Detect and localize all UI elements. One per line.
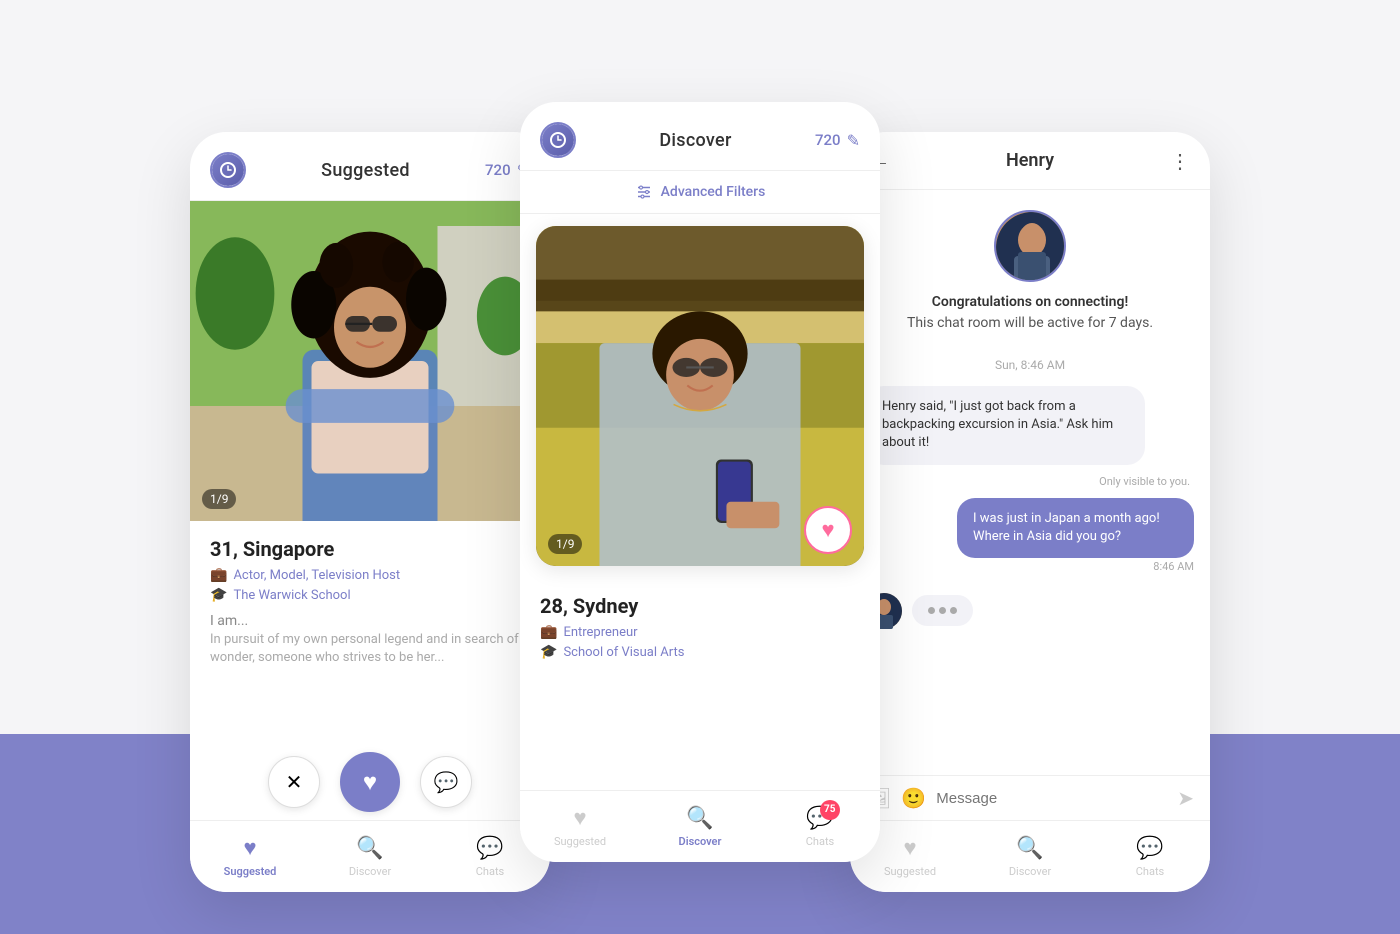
- center-nav-chats[interactable]: 💬 75 Chats: [760, 806, 880, 848]
- hint-message-bubble: Henry said, "I just got back from a back…: [866, 386, 1145, 465]
- logo-icon-center: [542, 124, 574, 156]
- filter-label: Advanced Filters: [661, 184, 766, 200]
- chat-input-bar: 🖼 🙂 ➤: [850, 775, 1210, 820]
- phone-right: ← Henry ⋮ Congratulations: [850, 132, 1210, 892]
- left-action-buttons: ✕ ♥ 💬: [190, 742, 550, 822]
- message-input[interactable]: [936, 790, 1167, 807]
- sent-message-bubble: I was just in Japan a month ago! Where i…: [957, 498, 1194, 558]
- center-coin-count: 720: [815, 131, 841, 149]
- phone-left: Suggested 720 ✎: [190, 132, 550, 892]
- left-nav-suggested[interactable]: ♥ Suggested: [190, 835, 310, 878]
- chat-button[interactable]: 💬: [420, 756, 472, 808]
- left-coin-count: 720: [485, 161, 511, 179]
- center-header-right: 720 ✎: [815, 131, 860, 150]
- chats-icon-left: 💬: [476, 836, 503, 861]
- send-icon[interactable]: ➤: [1177, 786, 1194, 810]
- sent-message-time: 8:46 AM: [1153, 560, 1194, 573]
- left-job: 💼 Actor, Model, Television Host: [210, 567, 530, 583]
- left-school: 🎓 The Warwick School: [210, 587, 530, 603]
- right-chat-header: ← Henry ⋮: [850, 132, 1210, 190]
- dot-3: [950, 607, 957, 614]
- right-nav-chats-label: Chats: [1136, 865, 1164, 878]
- right-nav-suggested-label: Suggested: [884, 865, 936, 878]
- center-nav-discover-label: Discover: [679, 835, 722, 848]
- like-button[interactable]: ♥: [340, 752, 400, 812]
- right-nav-chats[interactable]: 💬 Chats: [1090, 836, 1210, 878]
- left-bio: In pursuit of my own personal legend and…: [210, 631, 530, 667]
- left-bottom-nav: ♥ Suggested 🔍 Discover 💬 Chats: [190, 820, 550, 892]
- like-badge[interactable]: ♥: [804, 506, 852, 554]
- chat-messages: Sun, 8:46 AM Henry said, "I just got bac…: [850, 344, 1210, 583]
- center-edit-icon[interactable]: ✎: [847, 131, 860, 150]
- left-nav-suggested-label: Suggested: [224, 865, 277, 878]
- suggested-icon-active: ♥: [243, 835, 256, 861]
- dot-1: [928, 607, 935, 614]
- center-nav-chats-label: Chats: [806, 835, 834, 848]
- center-discover-icon: 🔍: [686, 806, 713, 831]
- center-header: Discover 720 ✎: [520, 102, 880, 171]
- congrats-text: Congratulations on connecting! This chat…: [907, 292, 1153, 334]
- right-nav-discover[interactable]: 🔍 Discover: [970, 836, 1090, 878]
- center-job: 💼 Entrepreneur: [540, 624, 860, 640]
- typing-indicator: [850, 583, 1210, 639]
- left-nav-chats-label: Chats: [476, 865, 504, 878]
- center-nav-suggested-label: Suggested: [554, 835, 606, 848]
- close-button[interactable]: ✕: [268, 756, 320, 808]
- right-discover-icon: 🔍: [1016, 836, 1043, 861]
- right-suggested-icon: ♥: [903, 835, 916, 861]
- app-logo-center: [540, 122, 576, 158]
- henry-avatar: [994, 210, 1066, 282]
- center-nav-discover[interactable]: 🔍 Discover: [640, 806, 760, 848]
- center-suggested-icon: ♥: [573, 805, 586, 831]
- center-school: 🎓 School of Visual Arts: [540, 644, 860, 660]
- message-timestamp: Sun, 8:46 AM: [866, 354, 1194, 376]
- left-name-age: 31, Singapore: [210, 537, 530, 561]
- right-bottom-nav: ♥ Suggested 🔍 Discover 💬 Chats: [850, 820, 1210, 892]
- right-nav-discover-label: Discover: [1009, 865, 1051, 878]
- app-logo-left: [210, 152, 246, 188]
- center-school-icon: 🎓: [540, 644, 557, 660]
- left-bio-label: I am...: [210, 613, 530, 629]
- discover-icon: 🔍: [356, 836, 383, 861]
- center-job-icon: 💼: [540, 624, 557, 640]
- center-profile-info: 28, Sydney 💼 Entrepreneur 🎓 School of Vi…: [520, 578, 880, 674]
- emoji-icon[interactable]: 🙂: [901, 786, 926, 810]
- logo-icon-left: [212, 154, 244, 186]
- right-chats-icon: 💬: [1136, 836, 1163, 861]
- chat-contact-name: Henry: [1006, 150, 1054, 171]
- left-profile-info: 31, Singapore 💼 Actor, Model, Television…: [190, 521, 550, 677]
- chat-avatar-area: Congratulations on connecting! This chat…: [850, 190, 1210, 344]
- center-chats-icon-wrapper: 💬 75: [806, 806, 833, 831]
- left-nav-discover-label: Discover: [349, 865, 391, 878]
- sent-message-wrapper: I was just in Japan a month ago! Where i…: [915, 498, 1194, 573]
- more-options-icon[interactable]: ⋮: [1170, 149, 1190, 173]
- left-photo-badge: 1/9: [202, 489, 236, 509]
- phone-center: Discover 720 ✎ Advanced Filters: [520, 102, 880, 862]
- center-nav-suggested[interactable]: ♥ Suggested: [520, 805, 640, 848]
- typing-dots: [912, 595, 973, 626]
- page-background: Suggested 720 ✎: [0, 0, 1400, 934]
- phones-container: Suggested 720 ✎: [190, 42, 1210, 892]
- left-profile-photo[interactable]: 1/9: [190, 201, 550, 521]
- center-bottom-nav: ♥ Suggested 🔍 Discover 💬 75 Chats: [520, 790, 880, 862]
- center-header-title: Discover: [659, 130, 731, 151]
- left-header: Suggested 720 ✎: [190, 132, 550, 201]
- left-nav-discover[interactable]: 🔍 Discover: [310, 836, 430, 878]
- curly-woman-photo: [190, 201, 550, 521]
- job-icon: 💼: [210, 567, 227, 583]
- dot-2: [939, 607, 946, 614]
- center-profile-card[interactable]: 1/9 ♥: [536, 226, 864, 566]
- center-photo-badge: 1/9: [548, 534, 582, 554]
- hint-note: Only visible to you.: [866, 475, 1194, 488]
- filter-bar[interactable]: Advanced Filters: [520, 171, 880, 214]
- chat-notification-badge: 75: [820, 800, 840, 820]
- school-icon: 🎓: [210, 587, 227, 603]
- center-name-age: 28, Sydney: [540, 594, 860, 618]
- left-header-title: Suggested: [321, 160, 410, 181]
